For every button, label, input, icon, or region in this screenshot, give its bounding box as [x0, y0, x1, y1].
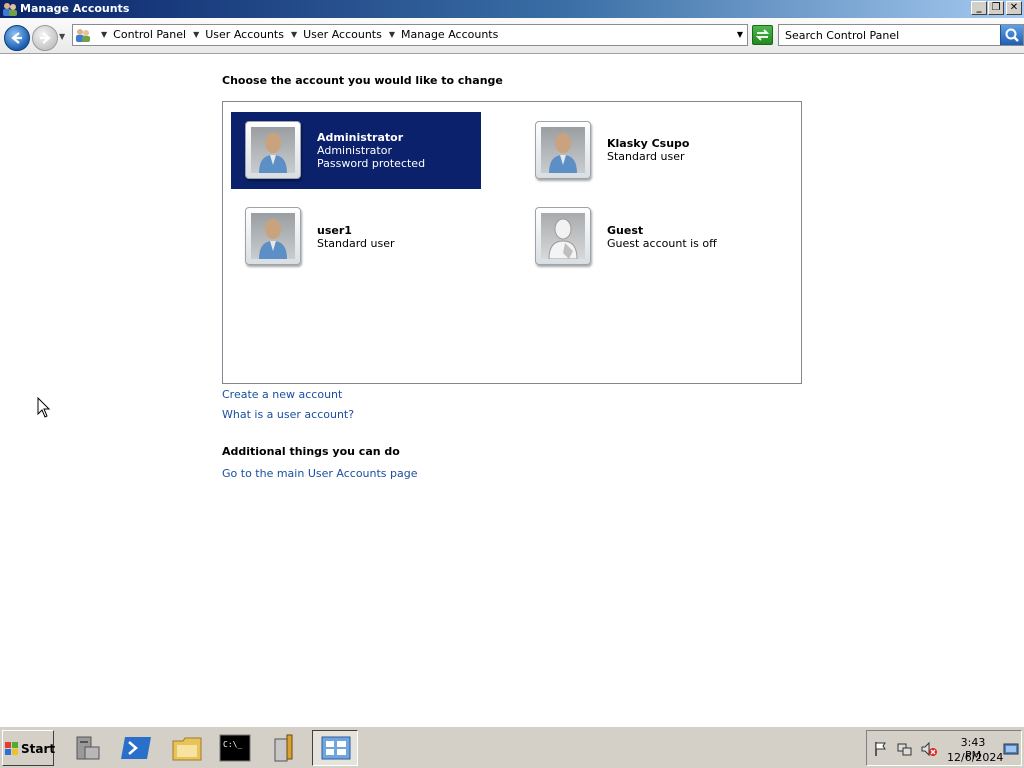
account-name: user1: [317, 224, 352, 237]
title-bar: Manage Accounts _ ❐ ✕: [0, 0, 1024, 18]
user-avatar-icon: [245, 207, 301, 265]
svg-text:C:\_: C:\_: [223, 740, 242, 749]
search-icon: [1005, 28, 1019, 42]
create-account-link[interactable]: Create a new account: [222, 388, 342, 401]
show-desktop-icon[interactable]: [1003, 741, 1019, 757]
address-dropdown-icon[interactable]: ▼: [737, 30, 743, 39]
breadcrumb-manage-accounts[interactable]: Manage Accounts: [401, 28, 498, 41]
taskbar-control-panel[interactable]: [312, 730, 358, 766]
breadcrumb-user-accounts-2[interactable]: User Accounts: [303, 28, 382, 41]
network-icon[interactable]: [897, 741, 913, 757]
breadcrumb-user-accounts[interactable]: User Accounts: [205, 28, 284, 41]
account-type: Standard user: [317, 237, 395, 250]
account-type: Standard user: [607, 150, 685, 163]
action-center-flag-icon[interactable]: [873, 741, 889, 757]
account-tile-guest[interactable]: Guest Guest account is off: [521, 198, 771, 275]
account-name: Administrator: [317, 131, 404, 144]
command-prompt-icon: C:\_: [219, 734, 251, 762]
mouse-cursor-icon: [37, 397, 51, 418]
taskbar-server-manager[interactable]: [64, 730, 110, 766]
user-avatar-icon: [245, 121, 301, 179]
search-button[interactable]: [1000, 25, 1023, 45]
taskbar-powershell[interactable]: [114, 730, 160, 766]
forward-arrow-icon: [40, 32, 51, 44]
breadcrumb-control-panel[interactable]: Control Panel: [113, 28, 186, 41]
accounts-panel: Administrator Administrator Password pro…: [222, 101, 802, 384]
windows-logo-icon: [5, 742, 18, 755]
breadcrumb: ▼ Control Panel ▼ User Accounts ▼ User Accoun…: [97, 28, 501, 41]
account-tile-administrator[interactable]: Administrator Administrator Password pro…: [231, 112, 481, 189]
what-is-user-account-link[interactable]: What is a user account?: [222, 408, 354, 421]
account-name: Guest: [607, 224, 644, 237]
address-bar[interactable]: ▼ Control Panel ▼ User Accounts ▼ User Accoun…: [72, 24, 748, 46]
taskbar-admin-tools[interactable]: [262, 730, 308, 766]
main-content: Choose the account you would like to cha…: [0, 54, 1024, 726]
taskbar-explorer[interactable]: [164, 730, 210, 766]
start-label: Start: [21, 742, 56, 756]
start-button[interactable]: Start: [2, 730, 56, 766]
close-button[interactable]: ✕: [1006, 1, 1022, 15]
refresh-button[interactable]: [752, 25, 773, 45]
account-type: Administrator: [317, 144, 392, 157]
volume-muted-icon[interactable]: [921, 741, 937, 757]
chevron-down-icon[interactable]: ▼: [291, 30, 297, 39]
powershell-icon: [121, 737, 151, 759]
server-manager-icon: [76, 736, 100, 760]
window-title: Manage Accounts: [20, 2, 130, 15]
user-accounts-icon: [3, 3, 17, 16]
chevron-down-icon[interactable]: ▼: [389, 30, 395, 39]
admin-tools-icon: [274, 734, 293, 762]
account-status: Password protected: [317, 157, 426, 170]
back-button[interactable]: [4, 25, 30, 51]
folder-icon: [172, 737, 202, 761]
control-panel-icon: [76, 29, 90, 42]
search-input[interactable]: [781, 26, 1003, 44]
account-name: Klasky Csupo: [607, 137, 690, 150]
taskbar-command-prompt[interactable]: C:\_: [212, 730, 258, 766]
main-user-accounts-link[interactable]: Go to the main User Accounts page: [222, 467, 418, 480]
clock-date[interactable]: 12/6/2024: [947, 751, 1003, 764]
minimize-button[interactable]: _: [971, 1, 987, 15]
account-type: Guest account is off: [607, 237, 717, 250]
taskbar: Start C:\_ 3:43 PM 12/6/2024: [0, 726, 1024, 768]
system-tray: 3:43 PM 12/6/2024: [866, 730, 1022, 766]
user-avatar-icon: [535, 121, 591, 179]
history-dropdown-icon[interactable]: ▼: [59, 32, 65, 41]
control-panel-icon: [321, 736, 351, 760]
address-toolbar: ▼ ▼ Control Panel ▼ User Accounts ▼ User Acco…: [0, 18, 1024, 54]
page-heading: Choose the account you would like to cha…: [222, 74, 503, 87]
forward-button[interactable]: [32, 25, 58, 51]
chevron-down-icon[interactable]: ▼: [193, 30, 199, 39]
additional-heading: Additional things you can do: [222, 445, 400, 458]
restore-button[interactable]: ❐: [988, 1, 1004, 15]
search-box[interactable]: [778, 24, 1024, 46]
chevron-down-icon[interactable]: ▼: [101, 30, 107, 39]
refresh-icon: [755, 29, 770, 41]
guest-avatar-icon: [535, 207, 591, 265]
account-tile-klasky-csupo[interactable]: Klasky Csupo Standard user: [521, 112, 771, 189]
back-arrow-icon: [11, 32, 22, 44]
account-tile-user1[interactable]: user1 Standard user: [231, 198, 481, 275]
